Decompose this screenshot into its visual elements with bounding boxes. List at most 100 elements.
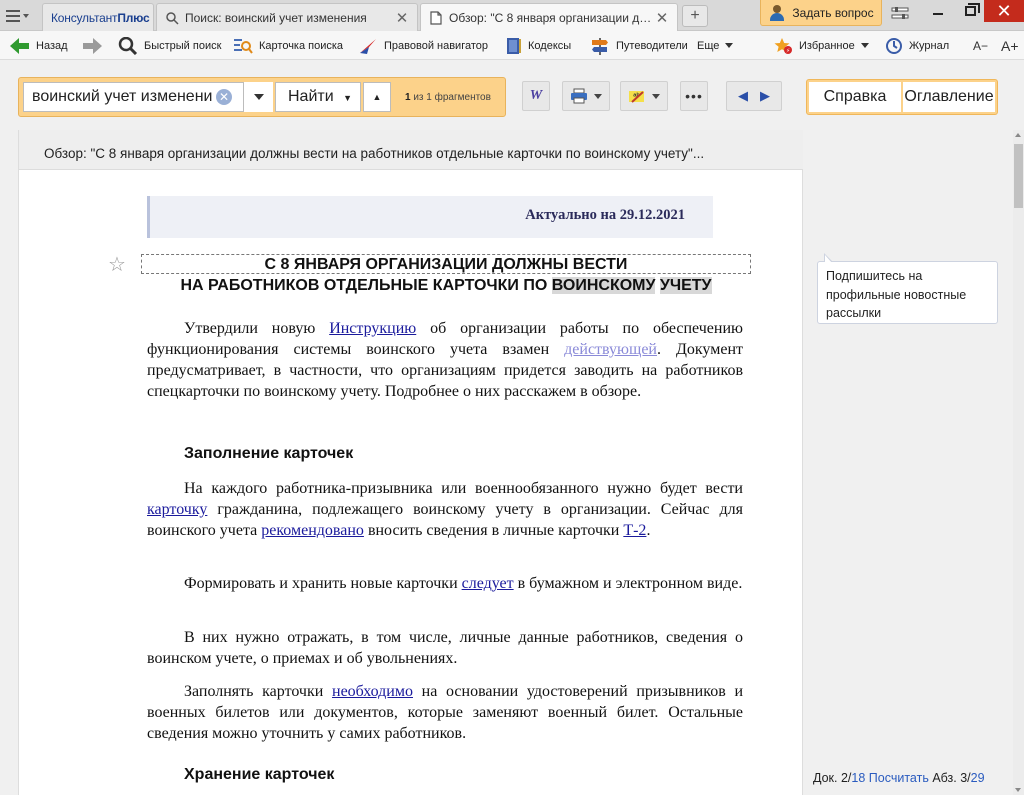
search-history-dropdown[interactable] <box>243 82 273 112</box>
tab-home[interactable]: КонсультантПлюс <box>42 3 154 31</box>
arrow-up-icon: ▲ <box>372 92 382 102</box>
link-t2[interactable]: Т-2 <box>623 522 646 539</box>
link-current[interactable]: действующей <box>564 341 657 358</box>
more-label: Еще <box>697 39 720 52</box>
maximize-button[interactable] <box>954 0 986 22</box>
main-toolbar: Назад Быстрый поиск Карточка поиска Прав… <box>0 31 1024 60</box>
link-should[interactable]: следует <box>462 575 514 592</box>
vertical-scrollbar[interactable] <box>1013 130 1024 795</box>
arrow-right-icon <box>83 37 102 54</box>
search-input[interactable] <box>23 82 273 112</box>
hamburger-icon <box>6 10 20 22</box>
journal-button[interactable]: Журнал <box>885 31 949 60</box>
history-icon <box>886 37 902 54</box>
subscribe-tooltip[interactable]: Подпишитесь на профильные новостные расс… <box>817 253 998 324</box>
find-label: Найти <box>288 88 334 105</box>
search-card-button[interactable]: Карточка поиска <box>233 31 343 60</box>
tab-document[interactable]: Обзор: "С 8 января организации должн ✕ <box>420 3 678 32</box>
word-icon: W <box>529 88 543 103</box>
actuality-banner: Актуально на 29.12.2021 <box>147 196 713 238</box>
forward-button[interactable] <box>82 31 102 60</box>
scroll-thumb[interactable] <box>1014 144 1023 208</box>
tab-label: Поиск: воинский учет изменения <box>185 10 367 25</box>
help-button[interactable]: Справка <box>809 82 901 112</box>
par-total-link[interactable]: 29 <box>971 771 985 785</box>
chevron-down-icon <box>23 14 29 18</box>
fragments-counter: 1 из 1 фрагментов <box>405 92 491 103</box>
paragraph: В них нужно отражать, в том числе, личны… <box>147 629 743 667</box>
settings-icon[interactable] <box>890 5 910 23</box>
search-card-icon <box>234 38 253 54</box>
plus-icon: + <box>690 7 700 24</box>
guides-button[interactable]: Путеводители <box>590 31 688 60</box>
document-header: Обзор: "С 8 января организации должны ве… <box>19 130 804 170</box>
ask-question-label: Задать вопрос <box>792 5 874 20</box>
search-row: ✕ Найти ▼ ▲ 1 из 1 фрагментов W ab ••• ◀… <box>0 60 1024 130</box>
link-instruction[interactable]: Инструкцию <box>329 320 416 337</box>
link-necessary[interactable]: необходимо <box>332 683 413 700</box>
document-title-line1: С 8 ЯНВАРЯ ОРГАНИЗАЦИИ ДОЛЖНЫ ВЕСТИ <box>264 256 628 273</box>
favorites-label: Избранное <box>799 39 855 52</box>
font-larger-button[interactable]: A+ <box>1001 31 1019 60</box>
back-label: Назад <box>36 39 68 52</box>
back-button[interactable]: Назад <box>10 31 68 60</box>
link-card[interactable]: карточку <box>147 501 207 518</box>
main-menu-button[interactable] <box>6 6 38 26</box>
ask-question-button[interactable]: Задать вопрос <box>760 0 882 26</box>
paragraph: Утвердили новую Инструкцию об организаци… <box>147 320 743 400</box>
tab-label: Обзор: "С 8 января организации должн <box>449 11 655 25</box>
bookmark-star-icon[interactable]: ☆ <box>108 252 126 277</box>
highlighter-icon: ab <box>629 91 644 103</box>
codes-icon <box>507 37 521 54</box>
codes-label: Кодексы <box>528 39 572 52</box>
signpost-icon <box>592 37 608 55</box>
navigator-icon <box>360 38 376 54</box>
guides-label: Путеводители <box>616 39 688 52</box>
minimize-button[interactable] <box>922 0 954 22</box>
search-icon <box>118 36 138 55</box>
legal-navigator-button[interactable]: Правовой навигатор <box>358 31 488 60</box>
tab-search[interactable]: Поиск: воинский учет изменения ✕ <box>156 3 418 31</box>
contents-button[interactable]: Оглавление <box>903 82 995 112</box>
right-panel: Подпишитесь на профильные новостные расс… <box>803 130 1013 795</box>
quick-search-label: Быстрый поиск <box>144 39 222 52</box>
link-recommended[interactable]: рекомендовано <box>261 522 364 539</box>
export-word-button[interactable]: W <box>522 81 550 111</box>
help-group: Справка Оглавление <box>806 79 998 115</box>
find-prev-button[interactable]: ▲ <box>363 82 391 112</box>
consultant-icon <box>768 4 786 21</box>
quick-search-button[interactable]: Быстрый поиск <box>118 31 221 60</box>
find-next-button[interactable]: Найти ▼ <box>275 82 361 112</box>
new-tab-button[interactable]: + <box>682 5 708 27</box>
title-bar: КонсультантПлюс Поиск: воинский учет изм… <box>0 0 1024 32</box>
font-smaller-button[interactable]: A− <box>973 31 988 60</box>
count-link[interactable]: Посчитать <box>869 771 929 785</box>
paragraph: Формировать и хранить новые карточки сле… <box>184 575 743 592</box>
clear-icon[interactable]: ✕ <box>216 89 232 105</box>
chevron-down-icon <box>652 93 660 99</box>
scroll-up-icon[interactable] <box>1015 133 1021 137</box>
journal-label: Журнал <box>909 39 950 52</box>
favorites-button[interactable]: ⚡ Избранное <box>773 31 869 60</box>
print-button[interactable] <box>562 81 610 111</box>
close-window-button[interactable]: ✕ <box>984 0 1024 22</box>
more-actions-button[interactable]: ••• <box>680 81 708 111</box>
document-search: ✕ Найти ▼ ▲ 1 из 1 фрагментов <box>18 77 506 117</box>
search-icon <box>166 11 179 25</box>
close-icon[interactable]: ✕ <box>395 9 409 27</box>
paragraph: На каждого работника-призывника или воен… <box>147 480 743 539</box>
chevron-down-icon <box>594 93 602 99</box>
codes-button[interactable]: Кодексы <box>506 31 571 60</box>
doc-total-link[interactable]: 18 <box>851 771 865 785</box>
more-menu-button[interactable]: Еще <box>697 31 734 60</box>
paragraph: Заполнять карточки необходимо на основан… <box>147 683 744 742</box>
document-title-line2: НА РАБОТНИКОВ ОТДЕЛЬНЫЕ КАРТОЧКИ ПО ВОИН… <box>180 277 712 294</box>
close-icon[interactable]: ✕ <box>655 9 669 27</box>
scroll-down-icon[interactable] <box>1015 788 1021 792</box>
status-bar: Док. 2/18 Посчитать Абз. 3/29 <box>813 771 985 785</box>
highlight-button[interactable]: ab <box>620 81 668 111</box>
search-card-label: Карточка поиска <box>259 39 344 52</box>
arrow-left-icon[interactable]: ◀ <box>738 88 748 104</box>
section-heading: Заполнение карточек <box>184 445 354 462</box>
arrow-right-icon[interactable]: ▶ <box>760 88 770 104</box>
